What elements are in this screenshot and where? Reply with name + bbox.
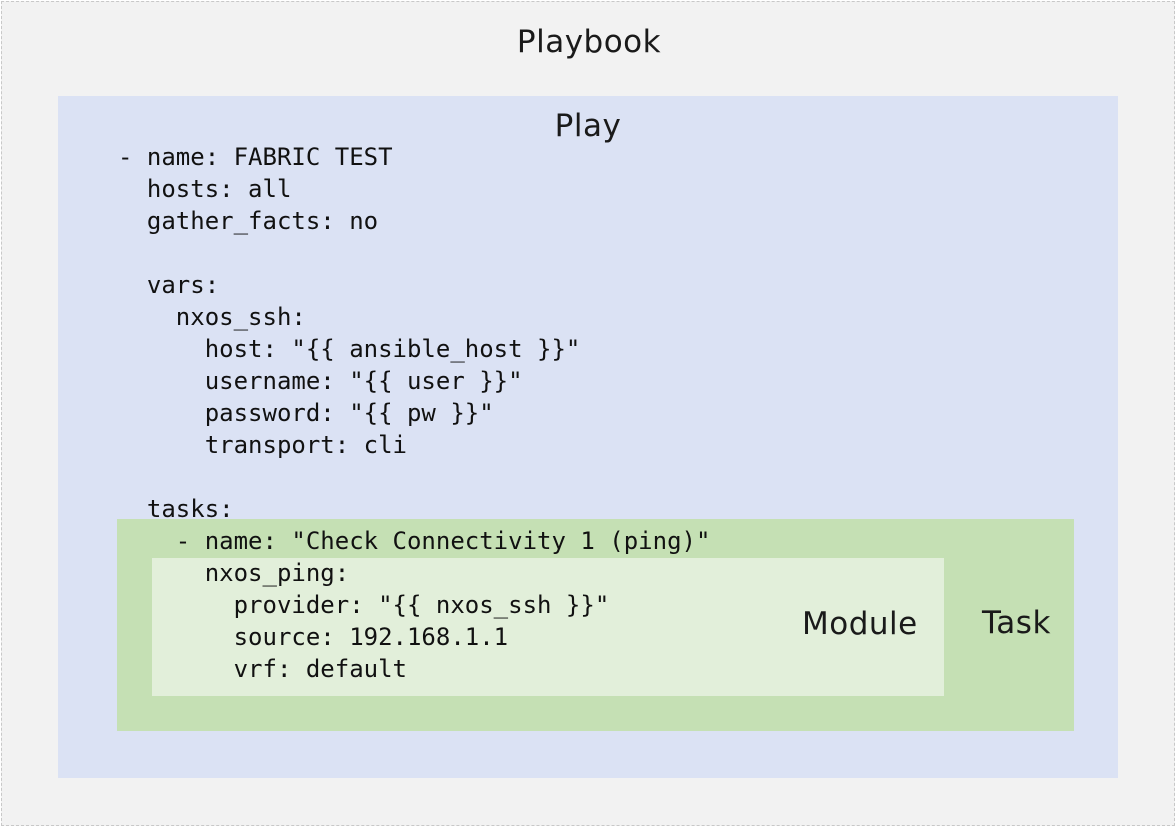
code-line-vrf: vrf: default [118,655,407,683]
code-line-nxos-ping: nxos_ping: [118,559,350,587]
code-line-transport: transport: cli [118,431,407,459]
code-line-host: host: "{{ ansible_host }}" [118,335,581,363]
code-line-gather-facts: gather_facts: no [118,207,379,235]
code-line-source: source: 192.168.1.1 [118,623,509,651]
playbook-label: Playbook [516,24,662,60]
task-label: Task [982,605,1051,641]
code-line-name: - name: FABRIC TEST [118,143,393,171]
code-line-vars: vars: [118,271,220,299]
code-line-provider: provider: "{{ nxos_ssh }}" [118,591,610,619]
code-line-tasks: tasks: [118,495,234,523]
code-line-password: password: "{{ pw }}" [118,399,494,427]
code-line-hosts: hosts: all [118,175,292,203]
code-line-username: username: "{{ user }}" [118,367,523,395]
code-line-nxos-ssh: nxos_ssh: [118,303,306,331]
code-line-task-name: - name: "Check Connectivity 1 (ping)" [118,527,711,555]
play-label: Play [554,108,622,144]
module-label: Module [802,606,918,642]
